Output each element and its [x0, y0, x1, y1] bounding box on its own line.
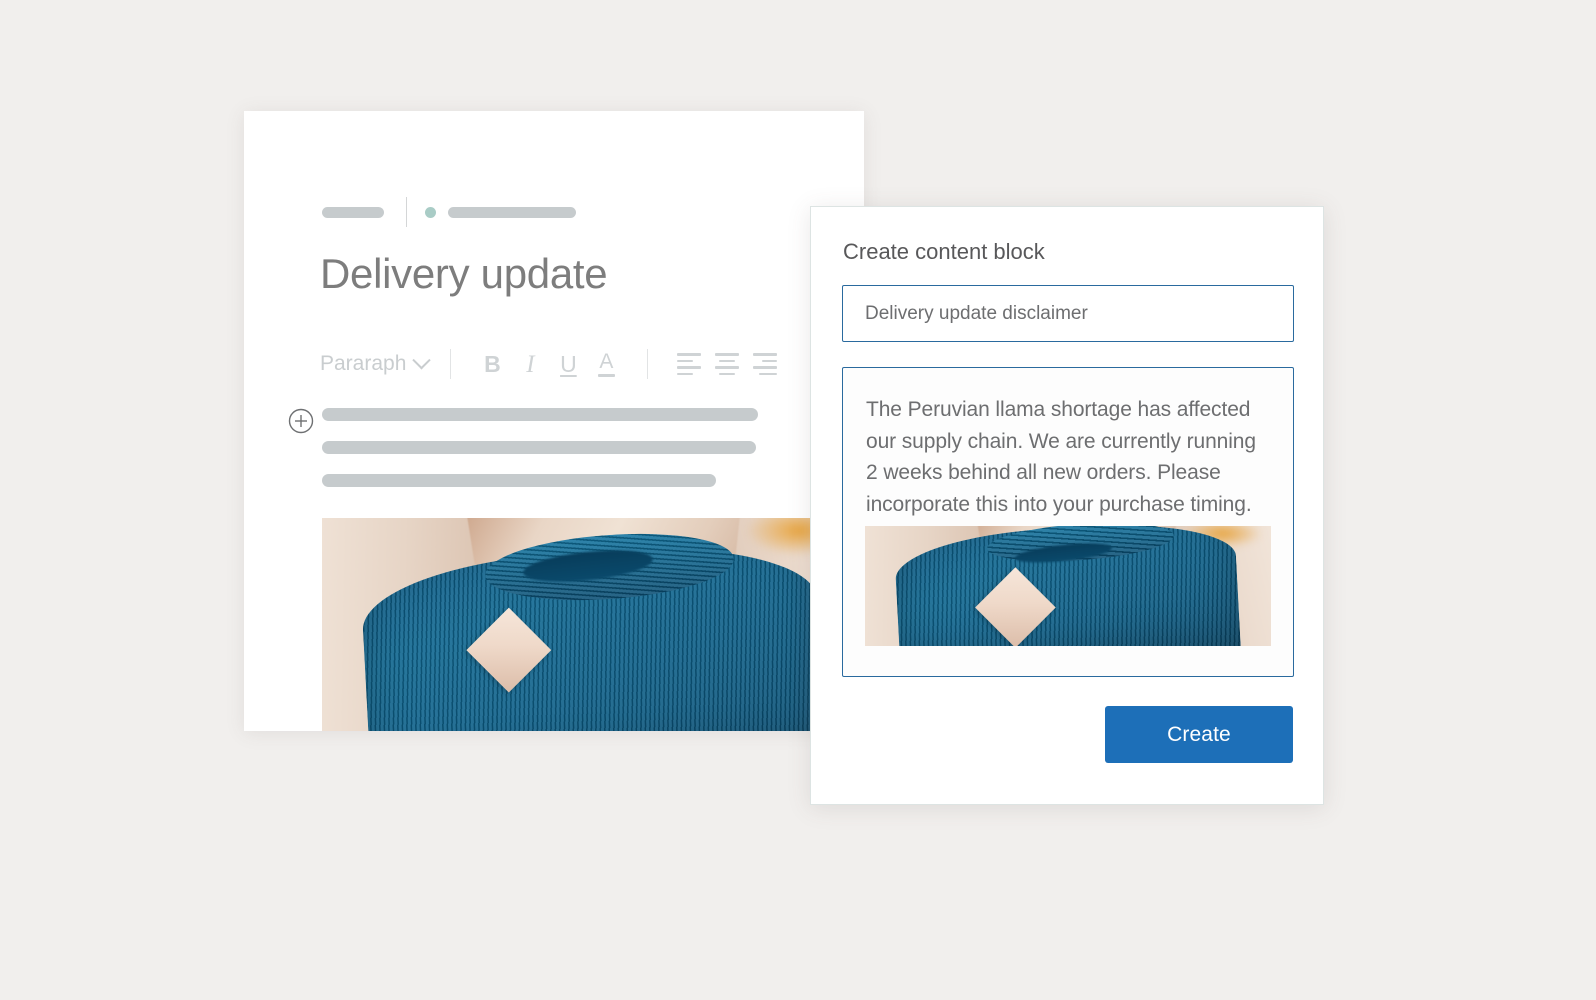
underline-button[interactable]: U	[549, 347, 587, 381]
editor-toolbar: Pararaph B I U A	[320, 347, 784, 381]
align-left-button[interactable]	[670, 347, 708, 381]
block-content-embedded-image	[865, 526, 1271, 646]
bold-icon: B	[484, 350, 501, 377]
text-color-swatch	[597, 374, 615, 377]
add-block-button[interactable]	[288, 408, 314, 434]
italic-icon: I	[526, 350, 535, 378]
sweater-photo-thumbnail	[865, 526, 1271, 646]
placeholder-line	[322, 408, 758, 421]
paragraph-style-label: Pararaph	[320, 352, 407, 375]
chevron-down-icon	[412, 350, 432, 369]
toolbar-divider-2	[647, 349, 649, 379]
breadcrumb-item-2[interactable]	[448, 206, 576, 218]
text-color-icon: A	[599, 350, 614, 373]
align-right-icon	[753, 353, 778, 375]
plus-circle-icon	[288, 408, 314, 434]
screen: Delivery update Pararaph B I U A Create …	[0, 0, 1596, 1000]
block-content-value: The Peruvian llama shortage has affected…	[866, 398, 1256, 516]
document-editor-card: Delivery update Pararaph B I U A	[244, 111, 864, 731]
italic-button[interactable]: I	[511, 347, 549, 381]
document-hero-image	[322, 518, 864, 731]
align-center-button[interactable]	[708, 347, 746, 381]
bold-button[interactable]: B	[473, 347, 511, 381]
paragraph-style-select[interactable]: Pararaph	[320, 350, 432, 376]
align-left-icon	[677, 353, 702, 375]
placeholder-line	[322, 441, 756, 454]
page-title: Delivery update	[320, 250, 608, 297]
breadcrumb-status-dot	[425, 206, 436, 218]
underline-icon: U	[560, 350, 577, 377]
text-color-button[interactable]: A	[587, 347, 625, 381]
breadcrumb[interactable]	[322, 197, 576, 227]
document-body-placeholder	[322, 408, 772, 507]
breadcrumb-item-1[interactable]	[322, 206, 384, 218]
placeholder-line	[322, 474, 716, 487]
dialog-title: Create content block	[843, 239, 1045, 264]
align-center-icon	[715, 353, 740, 375]
breadcrumb-divider	[406, 197, 407, 227]
block-name-value: Delivery update disclaimer	[865, 302, 1088, 324]
create-button[interactable]: Create	[1105, 706, 1293, 763]
create-content-block-dialog: Create content block Delivery update dis…	[810, 206, 1324, 805]
toolbar-divider-1	[450, 349, 452, 379]
block-content-input[interactable]: The Peruvian llama shortage has affected…	[842, 367, 1294, 677]
sweater-photo	[322, 518, 864, 731]
block-name-input[interactable]: Delivery update disclaimer	[842, 285, 1294, 342]
align-right-button[interactable]	[746, 347, 784, 381]
